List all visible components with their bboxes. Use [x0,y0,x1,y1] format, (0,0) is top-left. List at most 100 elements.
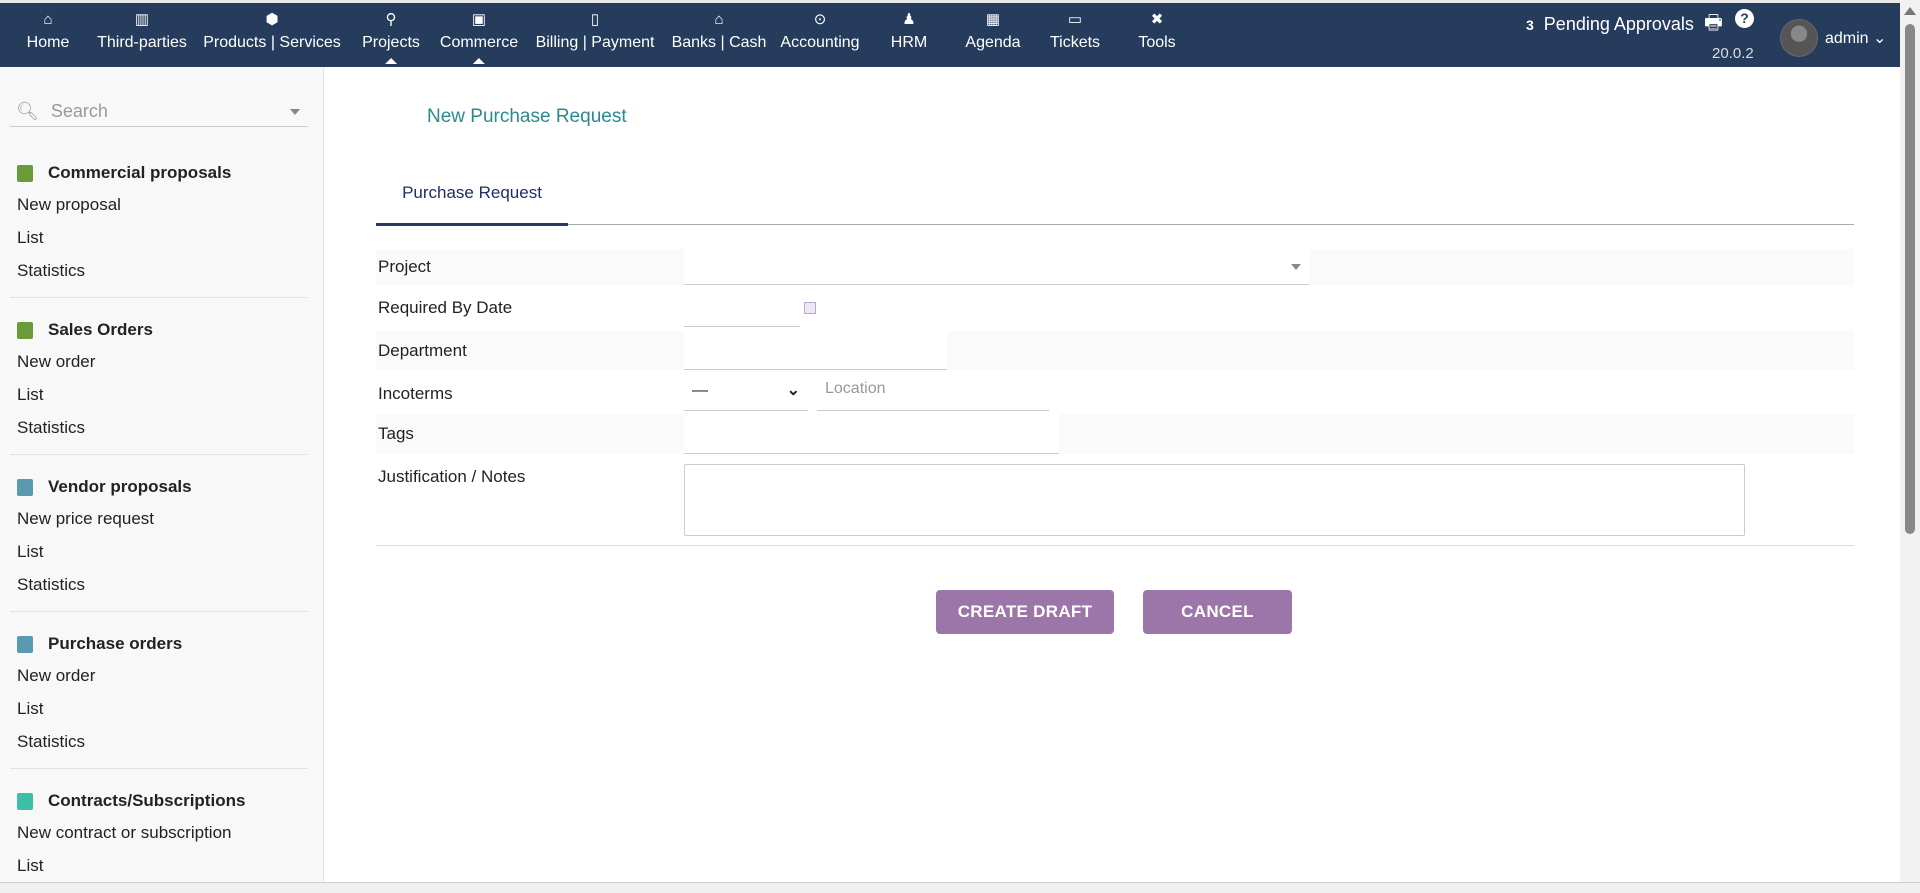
sidebar-item[interactable]: New contract or subscription [17,823,231,843]
project-select[interactable] [684,249,1309,285]
tools-icon: ✖ [1150,11,1164,28]
dropdown-arrow-icon [1291,264,1301,270]
scroll-up-icon[interactable] [1904,7,1916,15]
incoterms-value: — [692,382,708,399]
sidebar-heading-label: Commercial proposals [48,163,232,182]
nav-products-services[interactable]: ⬢ Products | Services [203,0,341,64]
sidebar-item[interactable]: Statistics [17,575,85,595]
sidebar-item[interactable]: Statistics [17,261,85,281]
nav-tickets[interactable]: ▭ Tickets [1050,0,1100,64]
nav-label: Accounting [780,34,860,51]
nav-banks-cash[interactable]: ⌂ Banks | Cash [672,0,767,64]
nav-home[interactable]: ⌂ Home [27,0,70,64]
sidebar-heading[interactable]: Contracts/Subscriptions [17,791,245,811]
sidebar-item[interactable]: New order [17,352,95,372]
justification-textarea[interactable] [684,464,1745,536]
nav-accounting[interactable]: ⊙ Accounting [780,0,859,64]
avatar[interactable] [1780,19,1818,57]
nav-billing-payment[interactable]: ▯ Billing | Payment [536,0,655,64]
sidebar-divider [10,768,308,769]
chevron-down-icon: ⌄ [1873,30,1887,47]
nav-commerce[interactable]: ▣ Commerce [440,0,518,64]
cancel-button[interactable]: CANCEL [1143,590,1292,634]
sitemap-icon: ⚲ [385,11,397,28]
sidebar-item[interactable]: List [17,856,43,876]
tags-input[interactable] [684,414,1059,454]
sidebar-item[interactable]: List [17,542,43,562]
nav-projects[interactable]: ⚲ Projects [362,0,420,64]
row-project: Project [376,249,1854,285]
sidebar: 🔍︎ Search Commercial proposals New proposa… [0,67,324,882]
location-placeholder: Location [825,380,886,397]
nav-label: Projects [362,34,420,51]
sidebar-item[interactable]: List [17,385,43,405]
user-tie-icon: ♟ [902,11,916,28]
sidebar-heading-label: Sales Orders [48,320,153,339]
vertical-scrollbar[interactable] [1900,0,1920,882]
tab-divider [376,224,1854,225]
help-icon[interactable]: ? [1735,9,1754,28]
label-incoterms: Incoterms [378,384,453,403]
active-caret-icon [384,58,397,64]
nav-label: Billing | Payment [535,34,655,51]
nav-label: HRM [890,34,928,51]
nav-label: Third-parties [97,34,187,51]
sidebar-item[interactable]: Statistics [17,732,85,752]
print-icon[interactable]: 🖶 [1704,8,1723,42]
row-required-by: Required By Date [376,290,1854,327]
sidebar-divider [10,297,308,298]
version-label: 20.0.2 [1712,45,1754,62]
sidebar-item[interactable]: Statistics [17,418,85,438]
sidebar-heading[interactable]: Purchase orders [17,634,182,654]
page-title: New Purchase Request [427,106,627,127]
section-icon [17,635,33,653]
row-tags: Tags [376,414,1854,454]
horizontal-scrollbar[interactable] [0,882,1920,893]
scrollbar-thumb[interactable] [1905,24,1915,534]
sidebar-item[interactable]: New proposal [17,195,121,215]
nav-label: Tickets [1049,34,1101,51]
sidebar-heading-label: Contracts/Subscriptions [48,791,246,810]
sidebar-divider [10,454,308,455]
nav-third-parties[interactable]: ▥ Third-parties [97,0,187,64]
section-icon [17,478,33,496]
username: admin [1825,30,1869,47]
sidebar-item[interactable]: New order [17,666,95,686]
nav-hrm[interactable]: ♟ HRM [891,0,927,64]
required-by-date-input[interactable] [684,290,800,327]
calendar-icon: ▦ [985,11,1001,28]
department-input[interactable] [684,331,947,370]
nav-tools[interactable]: ✖ Tools [1138,0,1175,64]
sidebar-heading[interactable]: Commercial proposals [17,163,231,183]
sidebar-heading[interactable]: Vendor proposals [17,477,192,497]
section-icon [17,164,33,182]
incoterms-select[interactable]: — ⌄ [684,373,808,411]
active-caret-icon [472,58,485,64]
nav-agenda[interactable]: ▦ Agenda [965,0,1020,64]
bank-icon: ⌂ [714,11,724,28]
row-justification: Justification / Notes [376,457,1854,545]
label-justification: Justification / Notes [378,467,526,486]
invoice-icon: ▯ [590,11,600,28]
sidebar-item[interactable]: List [17,699,43,719]
pending-approvals-link[interactable]: 3 Pending Approvals [1526,14,1694,35]
nav-label: Products | Services [203,34,341,51]
location-input[interactable]: Location [817,373,1049,411]
nav-label: Home [26,34,70,51]
label-required-by: Required By Date [378,298,513,317]
sidebar-item[interactable]: New price request [17,509,154,529]
calendar-icon[interactable] [804,302,816,314]
ticket-icon: ▭ [1067,11,1083,28]
sidebar-heading[interactable]: Sales Orders [17,320,153,340]
tab-purchase-request[interactable]: Purchase Request [376,183,568,203]
sidebar-heading-label: Vendor proposals [48,477,192,496]
row-incoterms: Incoterms — ⌄ Location [376,373,1854,411]
search-input[interactable]: 🔍︎ Search [10,97,308,127]
sidebar-item[interactable]: List [17,228,43,248]
user-menu[interactable]: admin ⌄ [1825,28,1886,48]
active-tab-indicator [376,223,568,226]
create-draft-button[interactable]: CREATE DRAFT [936,590,1114,634]
suitcase-icon: ▣ [471,11,487,28]
form-divider [376,545,1854,546]
sidebar-divider [10,611,308,612]
